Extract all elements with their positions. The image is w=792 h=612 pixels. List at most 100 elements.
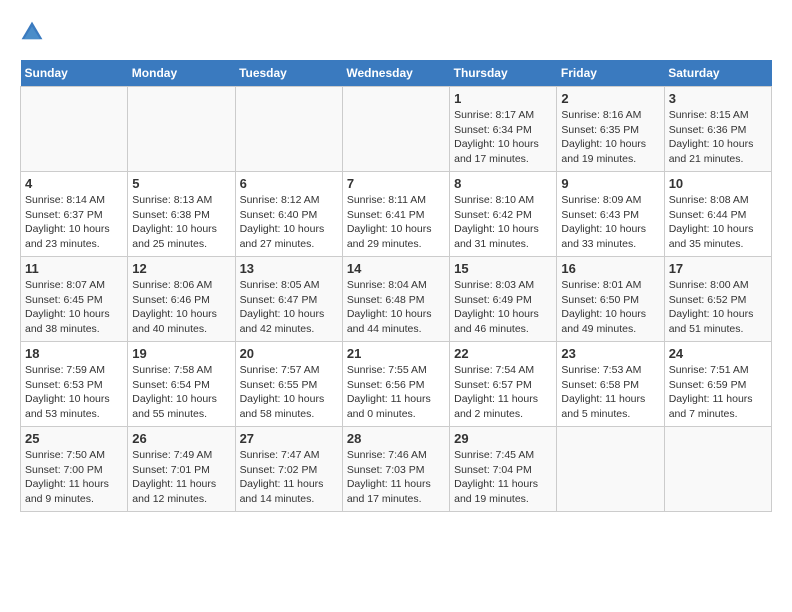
day-number: 29 [454, 431, 552, 446]
calendar-day-cell: 4 Sunrise: 8:14 AM Sunset: 6:37 PM Daylig… [21, 172, 128, 257]
day-number: 9 [561, 176, 659, 191]
calendar-day-cell: 20 Sunrise: 7:57 AM Sunset: 6:55 PM Dayli… [235, 342, 342, 427]
day-info: Sunrise: 7:49 AM Sunset: 7:01 PM Dayligh… [132, 448, 230, 507]
calendar-day-cell: 13Sunrise: 8:05 AM Sunset: 6:47 PM Dayli… [235, 257, 342, 342]
calendar-week-row: 25 Sunrise: 7:50 AM Sunset: 7:00 PM Dayli… [21, 427, 772, 512]
weekday-header-thursday: Thursday [450, 60, 557, 87]
weekday-header-wednesday: Wednesday [342, 60, 449, 87]
day-info: Sunrise: 7:53 AM Sunset: 6:58 PM Dayligh… [561, 363, 659, 422]
calendar-day-cell: 14 Sunrise: 8:04 AM Sunset: 6:48 PM Dayli… [342, 257, 449, 342]
day-info: Sunrise: 8:14 AM Sunset: 6:37 PM Dayligh… [25, 193, 123, 252]
calendar-day-cell: 25 Sunrise: 7:50 AM Sunset: 7:00 PM Dayli… [21, 427, 128, 512]
day-info: Sunrise: 8:04 AM Sunset: 6:48 PM Dayligh… [347, 278, 445, 337]
day-number: 6 [240, 176, 338, 191]
calendar-header: SundayMondayTuesdayWednesdayThursdayFrid… [21, 60, 772, 87]
day-number: 22 [454, 346, 552, 361]
calendar-day-cell: 23 Sunrise: 7:53 AM Sunset: 6:58 PM Dayli… [557, 342, 664, 427]
day-info: Sunrise: 8:05 AM Sunset: 6:47 PM Dayligh… [240, 278, 338, 337]
logo-icon [20, 20, 44, 44]
calendar-day-cell: 9 Sunrise: 8:09 AM Sunset: 6:43 PM Daylig… [557, 172, 664, 257]
day-info: Sunrise: 7:47 AM Sunset: 7:02 PM Dayligh… [240, 448, 338, 507]
day-number: 24 [669, 346, 767, 361]
day-number: 26 [132, 431, 230, 446]
calendar-day-cell: 7Sunrise: 8:11 AM Sunset: 6:41 PM Daylig… [342, 172, 449, 257]
calendar-week-row: 18Sunrise: 7:59 AM Sunset: 6:53 PM Dayli… [21, 342, 772, 427]
calendar-day-cell: 12 Sunrise: 8:06 AM Sunset: 6:46 PM Dayli… [128, 257, 235, 342]
day-info: Sunrise: 8:08 AM Sunset: 6:44 PM Dayligh… [669, 193, 767, 252]
day-number: 25 [25, 431, 123, 446]
day-number: 27 [240, 431, 338, 446]
calendar-day-cell: 15 Sunrise: 8:03 AM Sunset: 6:49 PM Dayli… [450, 257, 557, 342]
calendar-table: SundayMondayTuesdayWednesdayThursdayFrid… [20, 60, 772, 512]
calendar-day-cell: 8 Sunrise: 8:10 AM Sunset: 6:42 PM Daylig… [450, 172, 557, 257]
page-header [20, 20, 772, 44]
day-number: 28 [347, 431, 445, 446]
day-info: Sunrise: 8:06 AM Sunset: 6:46 PM Dayligh… [132, 278, 230, 337]
day-info: Sunrise: 7:50 AM Sunset: 7:00 PM Dayligh… [25, 448, 123, 507]
calendar-day-cell: 6 Sunrise: 8:12 AM Sunset: 6:40 PM Daylig… [235, 172, 342, 257]
calendar-day-cell: 19 Sunrise: 7:58 AM Sunset: 6:54 PM Dayli… [128, 342, 235, 427]
day-info: Sunrise: 8:15 AM Sunset: 6:36 PM Dayligh… [669, 108, 767, 167]
weekday-header-monday: Monday [128, 60, 235, 87]
calendar-day-cell: 29 Sunrise: 7:45 AM Sunset: 7:04 PM Dayli… [450, 427, 557, 512]
calendar-empty-cell [664, 427, 771, 512]
day-info: Sunrise: 7:55 AM Sunset: 6:56 PM Dayligh… [347, 363, 445, 422]
calendar-day-cell: 24 Sunrise: 7:51 AM Sunset: 6:59 PM Dayli… [664, 342, 771, 427]
day-info: Sunrise: 8:11 AM Sunset: 6:41 PM Dayligh… [347, 193, 445, 252]
calendar-week-row: 1 Sunrise: 8:17 AM Sunset: 6:34 PM Daylig… [21, 87, 772, 172]
day-info: Sunrise: 7:51 AM Sunset: 6:59 PM Dayligh… [669, 363, 767, 422]
day-number: 3 [669, 91, 767, 106]
day-number: 16 [561, 261, 659, 276]
calendar-empty-cell [342, 87, 449, 172]
calendar-day-cell: 1 Sunrise: 8:17 AM Sunset: 6:34 PM Daylig… [450, 87, 557, 172]
calendar-day-cell: 28 Sunrise: 7:46 AM Sunset: 7:03 PM Dayli… [342, 427, 449, 512]
calendar-empty-cell [557, 427, 664, 512]
day-info: Sunrise: 7:58 AM Sunset: 6:54 PM Dayligh… [132, 363, 230, 422]
day-number: 8 [454, 176, 552, 191]
day-info: Sunrise: 7:46 AM Sunset: 7:03 PM Dayligh… [347, 448, 445, 507]
day-info: Sunrise: 8:10 AM Sunset: 6:42 PM Dayligh… [454, 193, 552, 252]
day-number: 14 [347, 261, 445, 276]
day-number: 23 [561, 346, 659, 361]
day-number: 21 [347, 346, 445, 361]
day-info: Sunrise: 8:17 AM Sunset: 6:34 PM Dayligh… [454, 108, 552, 167]
calendar-day-cell: 18Sunrise: 7:59 AM Sunset: 6:53 PM Dayli… [21, 342, 128, 427]
day-info: Sunrise: 8:07 AM Sunset: 6:45 PM Dayligh… [25, 278, 123, 337]
calendar-empty-cell [235, 87, 342, 172]
day-info: Sunrise: 7:57 AM Sunset: 6:55 PM Dayligh… [240, 363, 338, 422]
calendar-day-cell: 27 Sunrise: 7:47 AM Sunset: 7:02 PM Dayli… [235, 427, 342, 512]
calendar-week-row: 4 Sunrise: 8:14 AM Sunset: 6:37 PM Daylig… [21, 172, 772, 257]
day-info: Sunrise: 8:01 AM Sunset: 6:50 PM Dayligh… [561, 278, 659, 337]
day-number: 4 [25, 176, 123, 191]
day-number: 2 [561, 91, 659, 106]
day-number: 15 [454, 261, 552, 276]
calendar-day-cell: 17Sunrise: 8:00 AM Sunset: 6:52 PM Dayli… [664, 257, 771, 342]
day-number: 19 [132, 346, 230, 361]
calendar-empty-cell [128, 87, 235, 172]
day-info: Sunrise: 8:03 AM Sunset: 6:49 PM Dayligh… [454, 278, 552, 337]
day-info: Sunrise: 8:13 AM Sunset: 6:38 PM Dayligh… [132, 193, 230, 252]
day-number: 5 [132, 176, 230, 191]
calendar-day-cell: 21 Sunrise: 7:55 AM Sunset: 6:56 PM Dayli… [342, 342, 449, 427]
day-info: Sunrise: 8:09 AM Sunset: 6:43 PM Dayligh… [561, 193, 659, 252]
day-number: 20 [240, 346, 338, 361]
calendar-day-cell: 5 Sunrise: 8:13 AM Sunset: 6:38 PM Daylig… [128, 172, 235, 257]
calendar-day-cell: 16 Sunrise: 8:01 AM Sunset: 6:50 PM Dayli… [557, 257, 664, 342]
calendar-week-row: 11 Sunrise: 8:07 AM Sunset: 6:45 PM Dayli… [21, 257, 772, 342]
day-info: Sunrise: 7:45 AM Sunset: 7:04 PM Dayligh… [454, 448, 552, 507]
calendar-day-cell: 22Sunrise: 7:54 AM Sunset: 6:57 PM Dayli… [450, 342, 557, 427]
calendar-day-cell: 10Sunrise: 8:08 AM Sunset: 6:44 PM Dayli… [664, 172, 771, 257]
day-info: Sunrise: 8:12 AM Sunset: 6:40 PM Dayligh… [240, 193, 338, 252]
day-number: 11 [25, 261, 123, 276]
calendar-day-cell: 11 Sunrise: 8:07 AM Sunset: 6:45 PM Dayli… [21, 257, 128, 342]
calendar-empty-cell [21, 87, 128, 172]
day-number: 12 [132, 261, 230, 276]
day-number: 1 [454, 91, 552, 106]
day-info: Sunrise: 7:59 AM Sunset: 6:53 PM Dayligh… [25, 363, 123, 422]
day-info: Sunrise: 8:16 AM Sunset: 6:35 PM Dayligh… [561, 108, 659, 167]
weekday-header-tuesday: Tuesday [235, 60, 342, 87]
weekday-header-sunday: Sunday [21, 60, 128, 87]
calendar-day-cell: 26 Sunrise: 7:49 AM Sunset: 7:01 PM Dayli… [128, 427, 235, 512]
day-number: 17 [669, 261, 767, 276]
weekday-header-saturday: Saturday [664, 60, 771, 87]
